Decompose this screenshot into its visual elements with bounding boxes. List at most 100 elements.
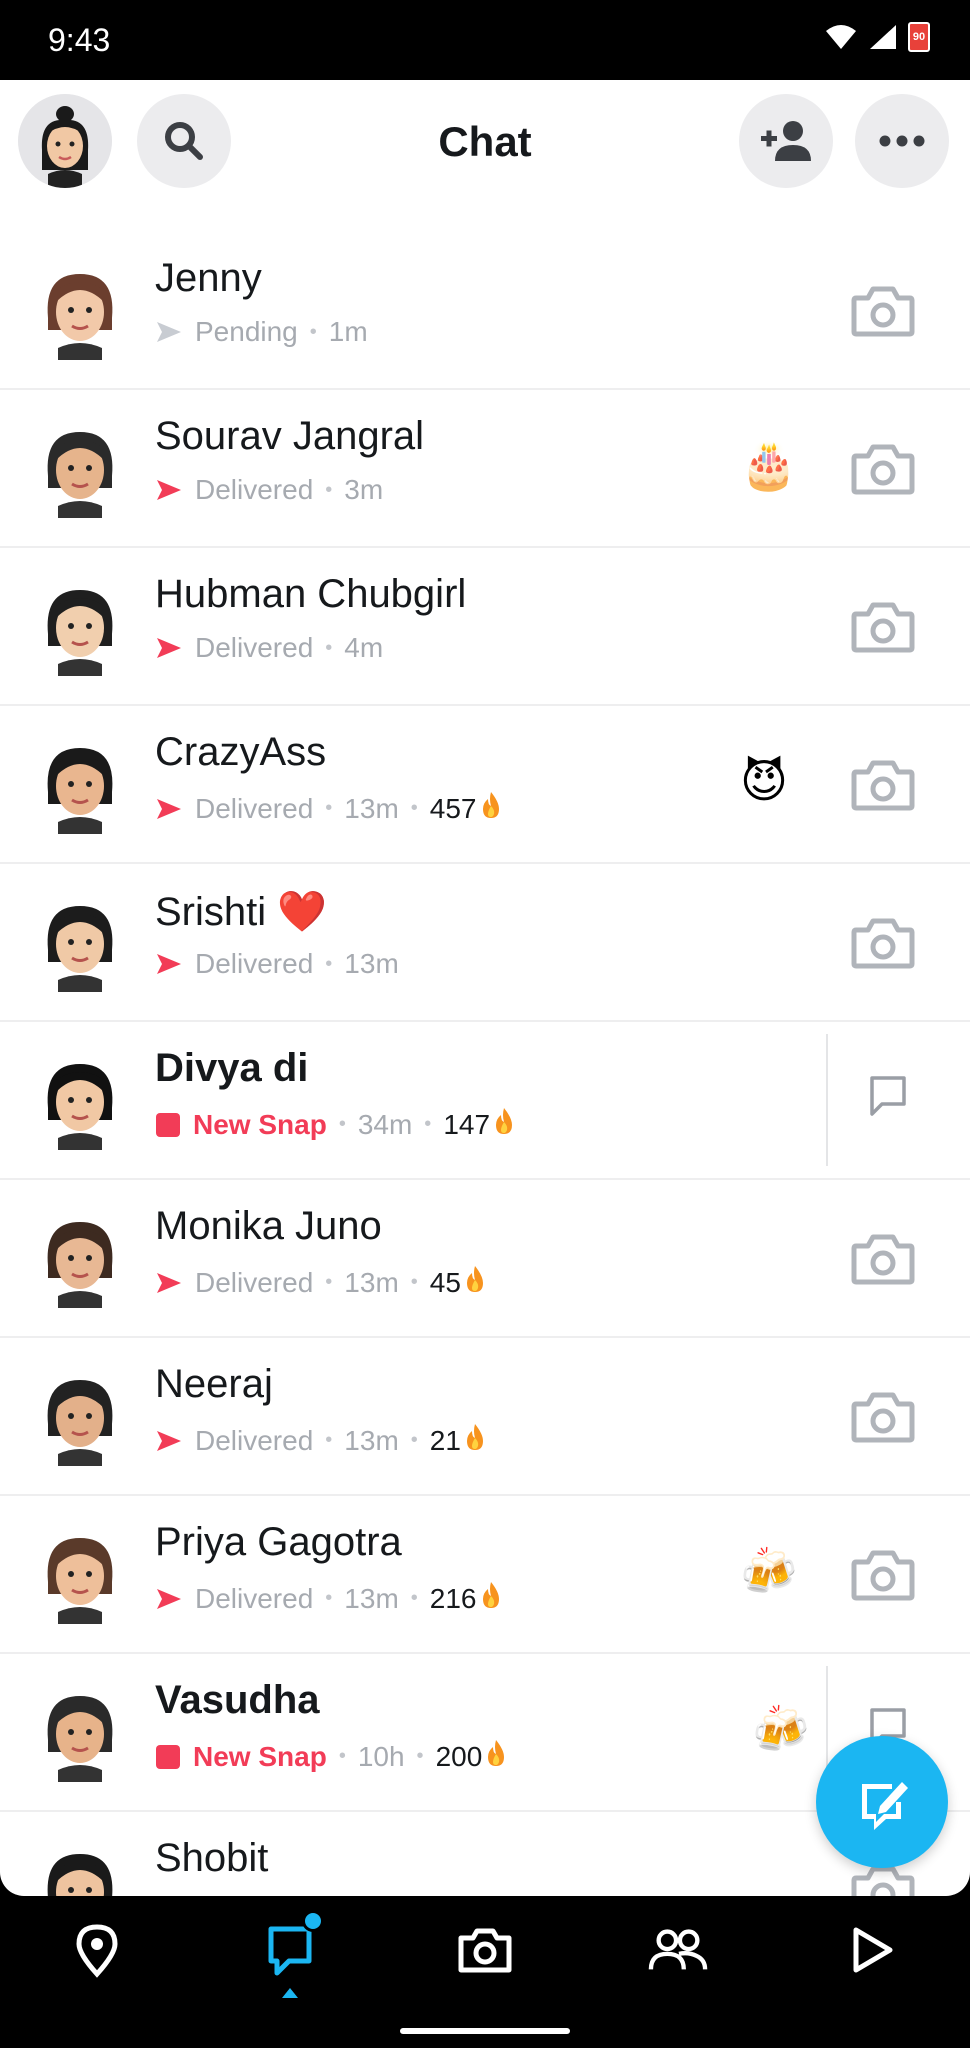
new-snap-icon xyxy=(155,1112,181,1138)
friend-avatar[interactable] xyxy=(30,1208,130,1308)
friend-avatar[interactable] xyxy=(30,260,130,360)
status-text: New Snap xyxy=(193,1108,327,1140)
streak-count: 457 xyxy=(429,792,477,824)
friend-avatar[interactable] xyxy=(30,576,130,676)
friend-name: Sourav Jangral xyxy=(155,414,425,458)
timestamp: 13m xyxy=(344,948,399,979)
status-text: Delivered xyxy=(195,948,314,979)
friend-name: CrazyAss xyxy=(155,730,327,774)
chat-status: Delivered • 13m • 45 xyxy=(155,1264,487,1301)
more-button[interactable] xyxy=(855,94,949,188)
chat-row[interactable]: CrazyAss Delivered • 13m • 457 😈 xyxy=(0,706,970,864)
chat-icon xyxy=(268,1926,312,1976)
timestamp: 13m xyxy=(344,1424,399,1456)
reply-chat-button[interactable] xyxy=(868,1074,908,1118)
status-text: Pending xyxy=(195,316,298,347)
compose-icon xyxy=(862,1782,908,1830)
separator-dot: • xyxy=(410,1587,418,1609)
send-snap-button[interactable] xyxy=(850,756,916,814)
friend-name: Priya Gagotra xyxy=(155,1520,402,1564)
separator-dot: • xyxy=(416,1745,424,1767)
separator-dot: • xyxy=(325,1271,333,1293)
chat-status: New Snap • 34m • 147 xyxy=(155,1106,516,1143)
nav-camera[interactable] xyxy=(455,1920,515,1980)
nav-map[interactable] xyxy=(67,1920,127,1980)
timestamp: 13m xyxy=(344,1582,399,1614)
friend-name: Divya di xyxy=(155,1046,309,1090)
friend-name: Hubman Chubgirl xyxy=(155,572,467,616)
camera-icon xyxy=(851,1392,915,1443)
friend-avatar[interactable] xyxy=(30,418,130,518)
friend-avatar[interactable] xyxy=(30,1682,130,1782)
send-snap-button[interactable] xyxy=(850,1546,916,1604)
wifi-icon xyxy=(826,25,856,49)
friend-name: Srishti ❤️ xyxy=(155,890,328,934)
status-text: Delivered xyxy=(195,632,314,663)
chat-notification-badge xyxy=(302,1910,324,1932)
pending-arrow-icon xyxy=(155,320,183,344)
fire-icon xyxy=(492,1106,516,1143)
bottom-nav xyxy=(0,1896,970,2048)
chat-row[interactable]: Monika Juno Delivered • 13m • 45 xyxy=(0,1180,970,1338)
separator-dot: • xyxy=(325,952,333,975)
chat-status: Delivered • 13m • 457 xyxy=(155,790,503,827)
friend-avatar[interactable] xyxy=(30,1366,130,1466)
separator-dot: • xyxy=(325,1429,333,1451)
separator-dot: • xyxy=(325,797,333,819)
chat-status: Pending • 1m xyxy=(155,316,368,348)
friend-avatar[interactable] xyxy=(30,892,130,992)
send-snap-button[interactable] xyxy=(850,440,916,498)
send-snap-button[interactable] xyxy=(850,282,916,340)
friend-name: Vasudha xyxy=(155,1678,320,1722)
streak-count: 216 xyxy=(429,1582,477,1614)
chat-status: Delivered • 13m xyxy=(155,948,399,980)
nav-stories[interactable] xyxy=(842,1920,902,1980)
timestamp: 13m xyxy=(344,1266,399,1298)
friend-badge-emoji: 🍻 xyxy=(740,1545,798,1597)
more-icon xyxy=(879,135,925,147)
send-snap-button[interactable] xyxy=(850,914,916,972)
chat-row[interactable]: Priya Gagotra Delivered • 13m • 216 🍻 xyxy=(0,1496,970,1654)
play-icon xyxy=(853,1927,893,1973)
chat-row[interactable]: Srishti ❤️ Delivered • 13m xyxy=(0,864,970,1022)
separator-dot: • xyxy=(338,1113,346,1135)
send-snap-button[interactable] xyxy=(850,1230,916,1288)
chat-row[interactable]: Neeraj Delivered • 13m • 21 xyxy=(0,1338,970,1496)
friend-avatar[interactable] xyxy=(30,1050,130,1150)
friend-avatar[interactable] xyxy=(30,1524,130,1624)
map-pin-icon xyxy=(76,1924,118,1978)
chat-row[interactable]: Jenny Pending • 1m xyxy=(0,232,970,390)
send-snap-button[interactable] xyxy=(850,598,916,656)
friend-badge-emoji: 🎂 xyxy=(740,439,798,491)
delivered-arrow-icon xyxy=(155,478,183,502)
header: Chat xyxy=(0,80,970,220)
timestamp: 10h xyxy=(357,1740,405,1772)
fire-icon xyxy=(479,1580,503,1617)
streak-count: 45 xyxy=(429,1266,461,1298)
fire-icon xyxy=(484,1738,508,1775)
friend-name: Shobit xyxy=(155,1836,269,1880)
send-snap-button[interactable] xyxy=(850,1388,916,1446)
friend-avatar[interactable] xyxy=(30,1840,130,1896)
active-tab-indicator xyxy=(282,1988,298,1998)
add-friend-button[interactable] xyxy=(739,94,833,188)
streak-count: 200 xyxy=(435,1740,483,1772)
separator-dot: • xyxy=(325,636,333,659)
separator-dot: • xyxy=(338,1745,346,1767)
status-text: New Snap xyxy=(193,1740,327,1772)
delivered-arrow-icon xyxy=(155,636,183,660)
chat-row[interactable]: Sourav Jangral Delivered • 3m 🎂 xyxy=(0,390,970,548)
nav-friends[interactable] xyxy=(648,1920,708,1980)
friend-name: Neeraj xyxy=(155,1362,273,1406)
streak-count: 147 xyxy=(443,1108,491,1140)
status-text: Delivered xyxy=(195,1582,314,1614)
battery-level: 90 xyxy=(912,31,926,43)
friend-avatar[interactable] xyxy=(30,734,130,834)
camera-icon xyxy=(851,286,915,337)
separator-dot: • xyxy=(424,1113,432,1135)
status-time: 9:43 xyxy=(48,22,111,58)
new-chat-button[interactable] xyxy=(816,1736,948,1868)
chat-row[interactable]: Divya di New Snap • 34m • 147 xyxy=(0,1022,970,1180)
delivered-arrow-icon xyxy=(155,1429,183,1453)
chat-row[interactable]: Hubman Chubgirl Delivered • 4m xyxy=(0,548,970,706)
